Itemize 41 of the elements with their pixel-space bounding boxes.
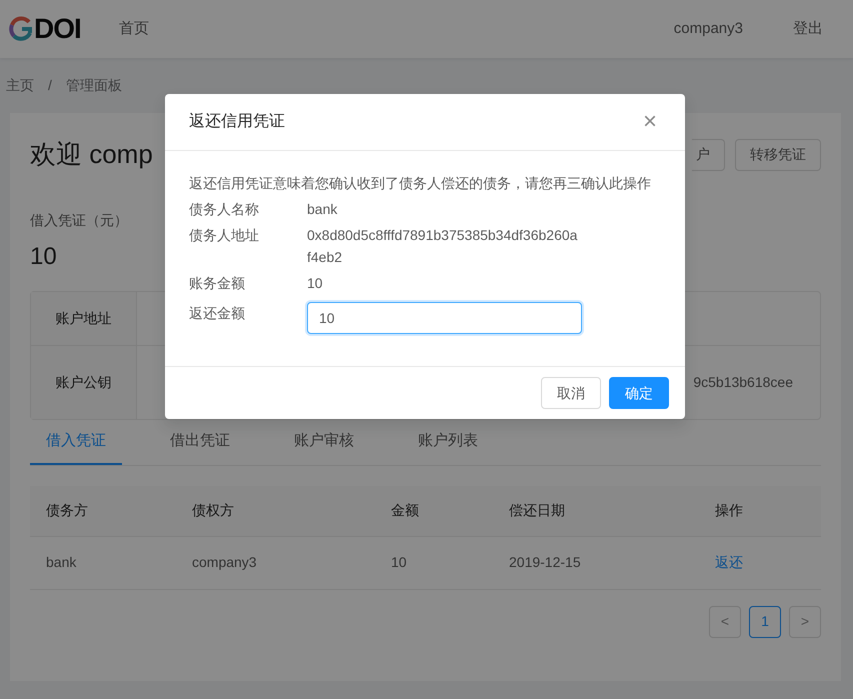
- info-label: 账户地址: [31, 292, 137, 345]
- stat-value: 10: [30, 242, 57, 272]
- prev-page-button[interactable]: <: [709, 606, 741, 638]
- logo-text: DOI: [34, 12, 81, 46]
- breadcrumb-separator: /: [48, 76, 52, 95]
- modal-title: 返还信用凭证: [189, 112, 285, 132]
- modal-message: 返还信用凭证意味着您确认收到了债务人偿还的债务，请您再三确认此操作: [189, 174, 652, 193]
- page-button[interactable]: 1: [749, 606, 781, 638]
- amount-input[interactable]: 10: [307, 302, 582, 334]
- stat-label: 借入凭证（元）: [30, 211, 128, 230]
- table-cell: bank: [30, 536, 176, 590]
- field-value: bank: [307, 200, 338, 219]
- action-button[interactable]: 户: [692, 138, 725, 170]
- field-label: 债务人名称: [189, 200, 260, 219]
- table-cell: 10: [375, 536, 493, 590]
- confirm-button[interactable]: 确定: [609, 377, 669, 409]
- table-cell: company3: [176, 536, 375, 590]
- breadcrumb-item[interactable]: 主页: [6, 75, 34, 96]
- page-title: 欢迎 comp: [30, 138, 153, 171]
- field-label: 返还金额: [189, 304, 246, 323]
- next-page-button[interactable]: >: [789, 606, 821, 638]
- info-value: 9c5b13b618cee: [693, 373, 793, 392]
- field-label: 债务人地址: [189, 226, 260, 245]
- table-cell: 2019-12-15: [493, 536, 699, 590]
- logo-icon: [8, 16, 34, 42]
- action-link[interactable]: 返还: [715, 552, 743, 573]
- info-label: 账户公钥: [31, 346, 137, 419]
- logout-link[interactable]: 登出: [793, 18, 823, 40]
- field-label: 账务金额: [189, 274, 246, 293]
- close-button[interactable]: ×: [638, 110, 661, 134]
- action-button[interactable]: 转移凭证: [735, 138, 821, 170]
- tab[interactable]: 账户列表: [402, 430, 494, 464]
- tab[interactable]: 账户审核: [278, 430, 370, 464]
- nav-link[interactable]: 首页: [118, 18, 149, 40]
- tab[interactable]: 借出凭证: [154, 430, 246, 464]
- field-value: 0x8d80d5c8fffd7891b375385b34df36b260af4eb2: [307, 226, 578, 267]
- user-name[interactable]: company3: [674, 18, 743, 40]
- tab[interactable]: 借入凭证: [30, 430, 122, 464]
- cancel-button[interactable]: 取消: [541, 377, 601, 409]
- field-value: 10: [307, 274, 324, 293]
- breadcrumb-item: 管理面板: [66, 76, 122, 95]
